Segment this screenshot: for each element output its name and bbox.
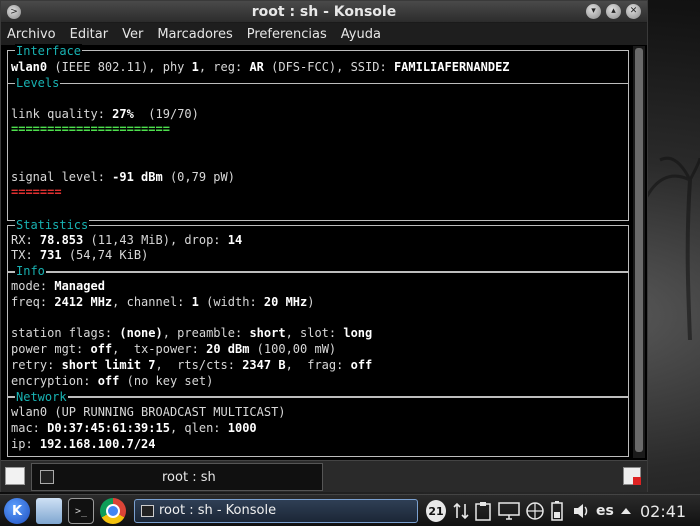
window-title: root : sh - Konsole xyxy=(251,4,397,20)
menu-ver[interactable]: Ver xyxy=(122,27,143,42)
monitor-icon[interactable] xyxy=(498,501,520,521)
tab-bar: root : sh xyxy=(1,460,647,492)
clipboard-icon[interactable] xyxy=(474,501,492,521)
section-interface: Interface xyxy=(15,44,83,58)
notifications-badge[interactable]: 21 xyxy=(426,500,446,522)
tab-root-sh[interactable]: root : sh xyxy=(31,463,323,491)
new-tab-icon[interactable] xyxy=(5,467,25,485)
maximize-button[interactable]: ▴ xyxy=(606,4,621,19)
scrollbar-thumb[interactable] xyxy=(635,48,643,452)
menu-marcadores[interactable]: Marcadores xyxy=(157,27,232,42)
menu-preferencias[interactable]: Preferencias xyxy=(247,27,327,42)
chrome-icon[interactable] xyxy=(100,498,126,524)
interface-line: wlan0 (IEEE 802.11), phy 1, reg: AR (DFS… xyxy=(11,60,510,74)
menu-ayuda[interactable]: Ayuda xyxy=(341,27,381,42)
menu-editar[interactable]: Editar xyxy=(70,27,109,42)
rx-line: RX: 78.853 (11,43 MiB), drop: 14 xyxy=(11,233,243,247)
battery-icon[interactable] xyxy=(550,500,564,522)
terminal-scrollbar[interactable] xyxy=(633,46,645,458)
tx-line: TX: 731 (54,74 KiB) xyxy=(11,248,149,262)
mode-line: mode: Managed xyxy=(11,279,105,293)
kde-menu-icon[interactable]: K xyxy=(4,498,30,524)
clock[interactable]: 02:41 xyxy=(640,500,686,522)
close-button[interactable]: ✕ xyxy=(626,4,641,19)
window-titlebar[interactable]: > root : sh - Konsole ▾ ▴ ✕ xyxy=(1,1,647,23)
link-quality-line: link quality: 27% (19/70) xyxy=(11,107,199,121)
task-button-label: root : sh - Konsole xyxy=(159,503,277,518)
network-updown-icon[interactable] xyxy=(452,502,470,520)
network-manager-icon[interactable] xyxy=(524,501,546,521)
network-flags-line: wlan0 (UP RUNNING BROADCAST MULTICAST) xyxy=(11,405,286,419)
tab-label: root : sh xyxy=(162,470,216,485)
konsole-task-icon xyxy=(141,505,154,517)
power-line: power mgt: off, tx-power: 20 dBm (100,00… xyxy=(11,342,337,356)
signal-level-line: signal level: -91 dBm (0,79 pW) xyxy=(11,170,235,184)
encryption-line: encryption: off (no key set) xyxy=(11,374,214,388)
volume-icon[interactable] xyxy=(572,501,590,521)
database-icon[interactable] xyxy=(36,498,62,524)
terminal-tab-icon xyxy=(40,470,54,484)
levels-box xyxy=(7,83,629,221)
terminal-launcher-icon[interactable]: >_ xyxy=(68,498,94,524)
section-info: Info xyxy=(15,264,46,278)
link-quality-bar: ====================== xyxy=(11,122,170,136)
freq-line: freq: 2412 MHz, channel: 1 (width: 20 MH… xyxy=(11,295,315,309)
menu-archivo[interactable]: Archivo xyxy=(7,27,56,42)
station-flags-line: station flags: (none), preamble: short, … xyxy=(11,326,373,340)
tray-expand-icon[interactable] xyxy=(620,505,632,517)
close-tab-icon[interactable] xyxy=(623,467,641,485)
taskbar: K >_ root : sh - Konsole 21 es 02:41 xyxy=(0,494,700,526)
keyboard-layout-indicator[interactable]: es xyxy=(596,500,614,522)
konsole-window: > root : sh - Konsole ▾ ▴ ✕ Archivo Edit… xyxy=(0,0,648,492)
mac-line: mac: D0:37:45:61:39:15, qlen: 1000 xyxy=(11,421,257,435)
menu-bar: Archivo Editar Ver Marcadores Preferenci… xyxy=(1,23,647,45)
signal-level-bar: ======= xyxy=(11,185,62,199)
palm-tree-silhouette xyxy=(643,156,700,340)
task-button-konsole[interactable]: root : sh - Konsole xyxy=(134,499,418,523)
section-network: Network xyxy=(15,390,68,404)
ip-line: ip: 192.168.100.7/24 xyxy=(11,437,156,451)
minimize-button[interactable]: ▾ xyxy=(586,4,601,19)
terminal-area[interactable]: Interface Levels Statistics Info Network… xyxy=(5,44,631,458)
section-statistics: Statistics xyxy=(15,218,90,232)
retry-line: retry: short limit 7, rts/cts: 2347 B, f… xyxy=(11,358,373,372)
section-levels: Levels xyxy=(15,76,61,90)
